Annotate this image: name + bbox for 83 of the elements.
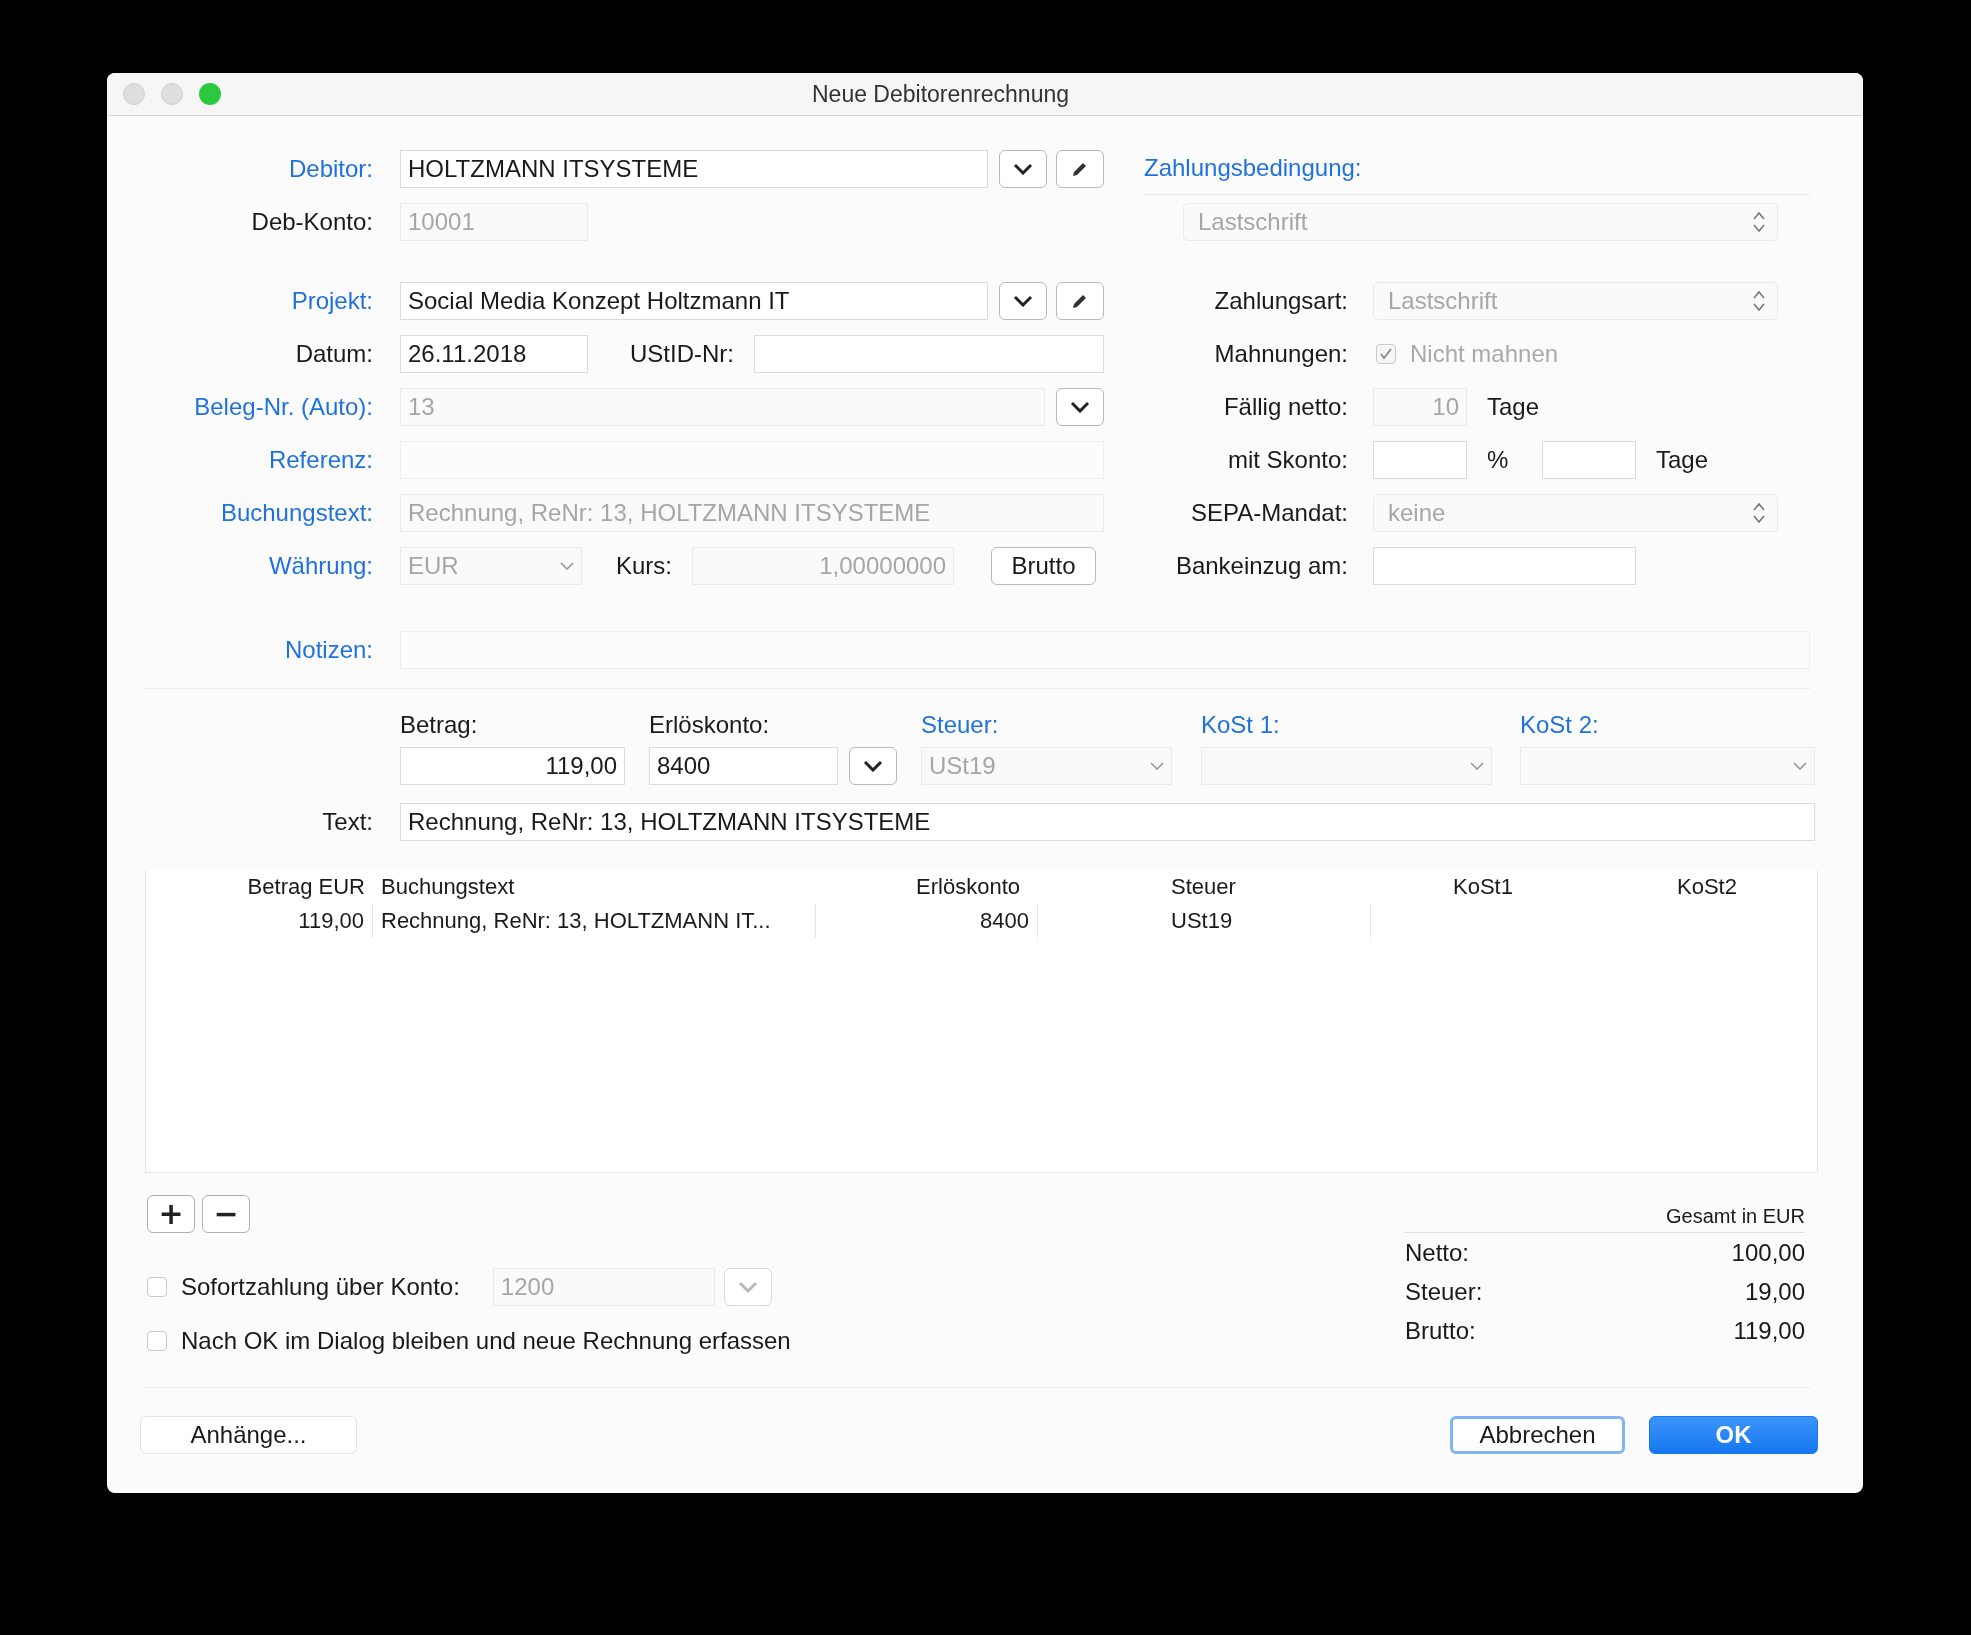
total-label: Steuer: (1405, 1277, 1483, 1306)
percent-label: % (1487, 445, 1510, 474)
total-value: 100,00 (1731, 1238, 1805, 1267)
table-cell: 8400 (816, 904, 1038, 938)
datum-label: Datum: (294, 339, 373, 368)
chevron-down-icon (1013, 162, 1033, 175)
debitor-label[interactable]: Debitor: (107, 154, 373, 183)
chevron-down-icon (1793, 762, 1807, 770)
chevron-down-icon (863, 760, 883, 772)
erloeskonto-label: Erlöskonto: (649, 711, 771, 739)
cost-center-dropdown[interactable] (1201, 747, 1492, 785)
column-header[interactable]: KoSt1 (1371, 874, 1595, 900)
bankeinzug-field[interactable] (1373, 546, 1636, 585)
brutto-button[interactable]: Brutto (991, 546, 1096, 585)
up-down-arrows-icon (1753, 289, 1765, 312)
up-down-arrows-icon (1753, 501, 1765, 524)
ustid-label: UStID-Nr: (630, 339, 734, 368)
cancel-button[interactable]: Abbrechen (1450, 1416, 1625, 1454)
ustid-field[interactable] (754, 334, 1104, 373)
checkbox[interactable] (147, 1331, 167, 1351)
sepa-mandat-label: SEPA-Mandat: (1190, 498, 1348, 527)
tage-label: Tage (1487, 392, 1540, 421)
dropdown-button[interactable] (849, 747, 897, 785)
notizen-label[interactable]: Notizen: (107, 635, 373, 664)
dropdown-button[interactable] (999, 281, 1047, 320)
faellig-netto-label: Fällig netto: (1222, 392, 1348, 421)
window-title: Neue Debitorenrechnung (812, 80, 1069, 108)
window-zoom-button[interactable] (199, 83, 221, 105)
stay-in-dialog-label: Nach OK im Dialog bleiben und neue Rechnung erfassen (181, 1327, 791, 1355)
table-cell: 119,00 (146, 904, 373, 938)
dropdown-button[interactable] (1056, 387, 1104, 426)
mahnungen-label: Mahnungen: (1213, 339, 1348, 368)
table-cell: Rechnung, ReNr: 13, HOLTZMANN IT... (373, 904, 816, 938)
column-header[interactable]: Buchungstext (373, 874, 816, 900)
column-header[interactable]: Betrag EUR (146, 874, 373, 900)
kost2-label[interactable]: KoSt 2: (1520, 711, 1815, 739)
column-header[interactable]: Erlöskonto (816, 874, 1038, 900)
window-close-button[interactable] (123, 83, 145, 105)
referenz-label[interactable]: Referenz: (107, 445, 373, 474)
betrag-label: Betrag: (400, 711, 479, 739)
dropdown-button[interactable] (999, 149, 1047, 188)
tage-label: Tage (1656, 445, 1709, 474)
sofortzahlung-label: Sofortzahlung über Konto: (181, 1273, 460, 1301)
ok-button[interactable]: OK (1649, 1416, 1818, 1454)
kurs-label: Kurs: (616, 551, 672, 580)
chevron-down-icon (1070, 400, 1090, 413)
chevron-down-icon (1470, 762, 1484, 770)
nicht-mahnen-label: Nicht mahnen (1410, 339, 1559, 368)
skonto-percent-field[interactable] (1373, 440, 1467, 479)
text-label: Text: (321, 807, 373, 836)
add-row-button[interactable]: + (147, 1195, 195, 1233)
total-value: 119,00 (1733, 1316, 1805, 1345)
total-label: Netto: (1405, 1238, 1470, 1267)
column-header[interactable]: Steuer (1038, 874, 1371, 900)
attachments-button[interactable]: Anhänge... (140, 1416, 357, 1454)
totals-heading: Gesamt in EUR (1405, 1205, 1805, 1233)
chevron-down-icon (1150, 762, 1164, 770)
projekt-field[interactable]: Social Media Konzept Holtzmann IT (400, 281, 988, 320)
deb-konto-label: Deb-Konto: (250, 207, 373, 236)
zahlungsart-label: Zahlungsart: (1213, 286, 1348, 315)
total-label: Brutto: (1405, 1316, 1476, 1345)
chevron-down-icon (737, 1281, 758, 1293)
table-cell: USt19 (1038, 904, 1371, 938)
cost-center-dropdown[interactable] (1520, 747, 1815, 785)
window-minimize-button[interactable] (161, 83, 183, 105)
kost1-label[interactable]: KoSt 1: (1201, 711, 1492, 739)
projekt-label[interactable]: Projekt: (107, 286, 373, 315)
debitor-field[interactable]: HOLTZMANN ITSYSTEME (400, 149, 988, 188)
skonto-days-field[interactable] (1542, 440, 1636, 479)
date-field[interactable]: 26.11.2018 (400, 334, 588, 373)
remove-row-button[interactable]: − (202, 1195, 250, 1233)
chevron-down-icon (560, 561, 574, 570)
mit-skonto-label: mit Skonto: (1226, 445, 1348, 474)
total-value: 19,00 (1744, 1277, 1805, 1306)
amount-field[interactable]: 119,00 (400, 747, 625, 785)
chevron-down-icon (1013, 294, 1033, 307)
revenue-account-field[interactable]: 8400 (649, 747, 838, 785)
up-down-arrows-icon (1753, 210, 1765, 233)
edit-button[interactable] (1056, 149, 1104, 188)
bankeinzug-label: Bankeinzug am: (1174, 551, 1348, 580)
column-header[interactable]: KoSt2 (1595, 874, 1819, 900)
text-field[interactable]: Rechnung, ReNr: 13, HOLTZMANN ITSYSTEME (400, 802, 1815, 841)
edit-button[interactable] (1056, 281, 1104, 320)
